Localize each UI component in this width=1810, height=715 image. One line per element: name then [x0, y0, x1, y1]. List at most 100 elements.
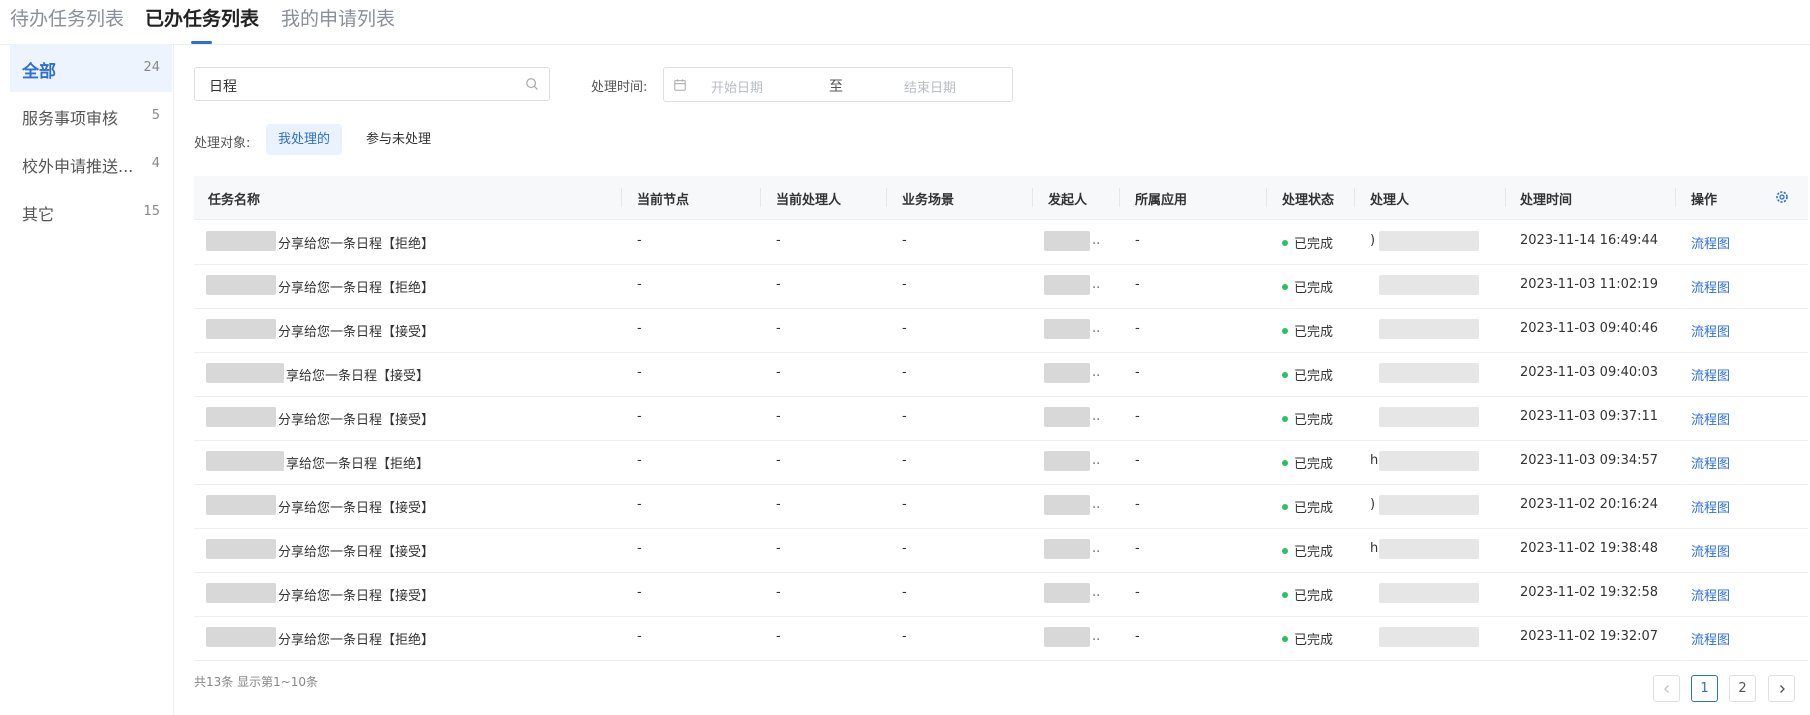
- category-other[interactable]: 其它 15: [10, 188, 172, 236]
- redacted-text: [206, 319, 276, 339]
- flowchart-link[interactable]: 流程图: [1691, 629, 1730, 648]
- prev-page-button[interactable]: [1653, 675, 1680, 702]
- handle-time-cell: 2023-11-02 19:32:58: [1520, 585, 1659, 600]
- status-dot: [1282, 635, 1288, 642]
- category-service-review[interactable]: 服务事项审核 5: [10, 92, 172, 140]
- category-all[interactable]: 全部 24: [10, 44, 172, 92]
- flowchart-link[interactable]: 流程图: [1691, 233, 1730, 252]
- redacted-text: [1044, 495, 1090, 515]
- current-handler-cell: -: [776, 629, 781, 644]
- redacted-text: [1044, 363, 1090, 383]
- page-button-1[interactable]: 1: [1691, 675, 1718, 702]
- handle-time-cell: 2023-11-03 09:37:11: [1520, 409, 1659, 424]
- target-option-mine[interactable]: 我处理的: [266, 124, 343, 155]
- column-header: 所属应用: [1135, 193, 1188, 208]
- business-scene-cell: -: [902, 453, 907, 468]
- redacted-text: [206, 627, 276, 647]
- redacted-text: [1379, 407, 1479, 427]
- chevron-right-icon: [1779, 685, 1785, 693]
- app-cell: -: [1135, 409, 1140, 424]
- current-node-cell: -: [637, 321, 642, 336]
- flowchart-link[interactable]: 流程图: [1691, 277, 1730, 296]
- redacted-text: [1044, 583, 1090, 603]
- app-cell: -: [1135, 365, 1140, 380]
- flowchart-link[interactable]: 流程图: [1691, 409, 1730, 428]
- status-dot: [1282, 503, 1288, 510]
- current-node-cell: -: [637, 409, 642, 424]
- category-count: 4: [151, 156, 160, 171]
- handle-time-cell: 2023-11-02 19:32:07: [1520, 629, 1659, 644]
- redacted-text: [1044, 319, 1090, 339]
- status-cell: 已完成: [1282, 409, 1333, 428]
- next-page-button[interactable]: [1768, 675, 1795, 702]
- app-cell: -: [1135, 585, 1140, 600]
- column-divider: [760, 188, 761, 207]
- flowchart-link[interactable]: 流程图: [1691, 497, 1730, 516]
- app-cell: -: [1135, 541, 1140, 556]
- search-input[interactable]: 日程: [194, 67, 550, 101]
- task-name-cell: 分享给您一条日程【拒绝】: [278, 281, 435, 296]
- status-cell: 已完成: [1282, 233, 1333, 252]
- table-header: 任务名称 当前节点 当前处理人 业务场景 发起人 所属应用 处理状态 处理人 处…: [194, 176, 1808, 220]
- flowchart-link[interactable]: 流程图: [1691, 453, 1730, 472]
- flowchart-link[interactable]: 流程图: [1691, 321, 1730, 340]
- current-node-cell: -: [637, 453, 642, 468]
- column-header: 当前处理人: [776, 193, 842, 208]
- handle-time-cell: 2023-11-02 20:16:24: [1520, 497, 1659, 512]
- redacted-text: [1379, 275, 1479, 295]
- current-handler-cell: -: [776, 409, 781, 424]
- current-node-cell: -: [637, 497, 642, 512]
- initiator-cell: ..: [1092, 321, 1101, 336]
- column-divider: [1505, 188, 1506, 207]
- redacted-text: [1044, 539, 1090, 559]
- redacted-text: [206, 451, 284, 471]
- status-cell: 已完成: [1282, 497, 1333, 516]
- status-dot: [1282, 239, 1288, 246]
- current-node-cell: -: [637, 541, 642, 556]
- business-scene-cell: -: [902, 321, 907, 336]
- end-date-input[interactable]: 结束日期: [904, 77, 956, 96]
- handle-time-cell: 2023-11-03 11:02:19: [1520, 277, 1659, 292]
- flowchart-link[interactable]: 流程图: [1691, 585, 1730, 604]
- task-name-cell: 分享给您一条日程【接受】: [278, 325, 435, 340]
- page-button-2[interactable]: 2: [1729, 675, 1756, 702]
- column-header: 发起人: [1048, 193, 1088, 208]
- status-dot: [1282, 415, 1288, 422]
- business-scene-cell: -: [902, 233, 907, 248]
- redacted-text: [206, 495, 276, 515]
- app-cell: -: [1135, 497, 1140, 512]
- flowchart-link[interactable]: 流程图: [1691, 541, 1730, 560]
- redacted-text: [206, 363, 284, 383]
- column-divider: [1354, 188, 1355, 207]
- category-external-push[interactable]: 校外申请推送... 4: [10, 140, 172, 188]
- tab-my-applications[interactable]: 我的申请列表: [281, 4, 395, 31]
- start-date-input[interactable]: 开始日期: [711, 77, 763, 96]
- column-header: 处理状态: [1282, 193, 1335, 208]
- flowchart-link[interactable]: 流程图: [1691, 365, 1730, 384]
- date-range-picker[interactable]: 开始日期 至 结束日期: [663, 67, 1013, 102]
- tab-pending-tasks[interactable]: 待办任务列表: [10, 4, 124, 31]
- status-dot: [1282, 283, 1288, 290]
- target-option-participated[interactable]: 参与未处理: [354, 124, 443, 155]
- active-tab-indicator: [191, 41, 212, 44]
- tab-done-tasks[interactable]: 已办任务列表: [145, 4, 259, 31]
- redacted-text: [1379, 583, 1479, 603]
- gear-icon[interactable]: [1774, 189, 1790, 205]
- column-divider: [1266, 188, 1267, 207]
- category-label: 全部: [22, 62, 56, 82]
- business-scene-cell: -: [902, 497, 907, 512]
- redacted-text: [1044, 407, 1090, 427]
- handle-time-cell: 2023-11-02 19:38:48: [1520, 541, 1659, 556]
- task-name-cell: 享给您一条日程【拒绝】: [286, 457, 430, 472]
- redacted-text: [1379, 451, 1479, 471]
- search-icon[interactable]: [525, 77, 539, 91]
- status-text: 已完成: [1294, 633, 1334, 648]
- business-scene-cell: -: [902, 365, 907, 380]
- current-handler-cell: -: [776, 585, 781, 600]
- current-node-cell: -: [637, 629, 642, 644]
- redacted-text: [1044, 451, 1090, 471]
- current-node-cell: -: [637, 585, 642, 600]
- task-name-cell: 分享给您一条日程【接受】: [278, 413, 435, 428]
- column-divider: [1032, 188, 1033, 207]
- category-count: 15: [143, 204, 160, 219]
